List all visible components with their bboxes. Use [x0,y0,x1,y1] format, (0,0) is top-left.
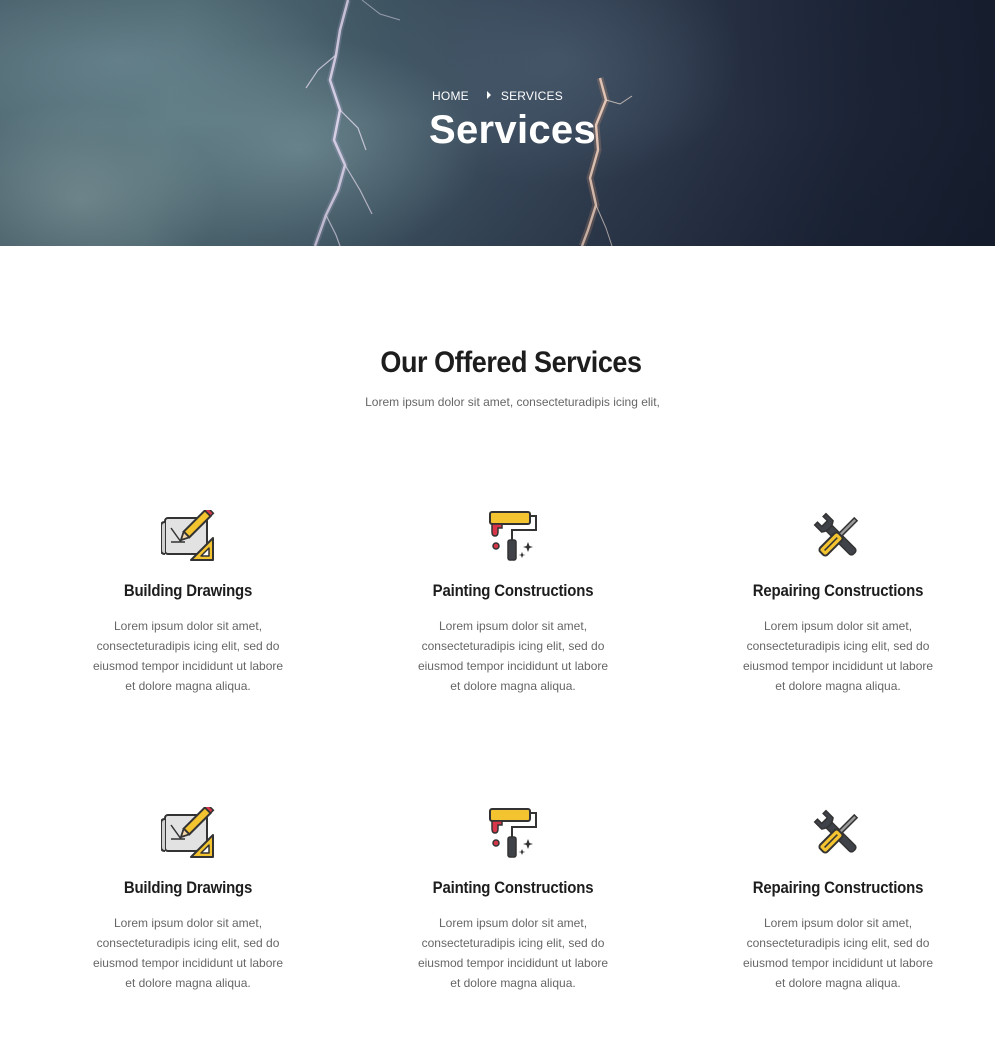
service-card-building-drawings[interactable]: Building Drawings Lorem ipsum dolor sit … [83,807,293,993]
breadcrumb-current: SERVICES [500,89,563,103]
wrench-screwdriver-icon [813,512,861,560]
service-description: Lorem ipsum dolor sit amet, consectetura… [417,619,609,693]
service-title[interactable]: Painting Constructions [421,581,606,601]
service-title[interactable]: Painting Constructions [421,878,606,898]
service-card-repairing-constructions[interactable]: Repairing Constructions Lorem ipsum dolo… [733,807,943,993]
breadcrumb-separator-icon [486,91,491,99]
blueprint-ruler-icon [161,510,215,561]
paint-roller-icon [489,808,537,858]
wrench-screwdriver-icon [813,809,861,857]
service-title[interactable]: Building Drawings [96,878,281,898]
service-card-painting-constructions[interactable]: Painting Constructions Lorem ipsum dolor… [408,510,618,696]
service-title[interactable]: Repairing Constructions [746,581,931,601]
section-subtitle: Lorem ipsum dolor sit amet, consectetura… [365,395,660,409]
service-description: Lorem ipsum dolor sit amet, consectetura… [92,916,284,990]
breadcrumb: HOME SERVICES [0,89,995,103]
service-description: Lorem ipsum dolor sit amet, consectetura… [417,916,609,990]
page-hero: HOME SERVICES Services [0,0,995,246]
service-card-building-drawings[interactable]: Building Drawings Lorem ipsum dolor sit … [83,510,293,696]
service-description: Lorem ipsum dolor sit amet, consectetura… [742,916,934,990]
breadcrumb-home-link[interactable]: HOME [432,89,469,103]
blueprint-ruler-icon [161,807,215,858]
service-title[interactable]: Building Drawings [96,581,281,601]
service-description: Lorem ipsum dolor sit amet, consectetura… [742,619,934,693]
paint-roller-icon [489,511,537,561]
service-title[interactable]: Repairing Constructions [746,878,931,898]
section-title: Our Offered Services [380,346,642,379]
service-card-repairing-constructions[interactable]: Repairing Constructions Lorem ipsum dolo… [733,510,943,696]
service-description: Lorem ipsum dolor sit amet, consectetura… [92,619,284,693]
service-card-painting-constructions[interactable]: Painting Constructions Lorem ipsum dolor… [408,807,618,993]
page-title: Services [429,108,596,152]
